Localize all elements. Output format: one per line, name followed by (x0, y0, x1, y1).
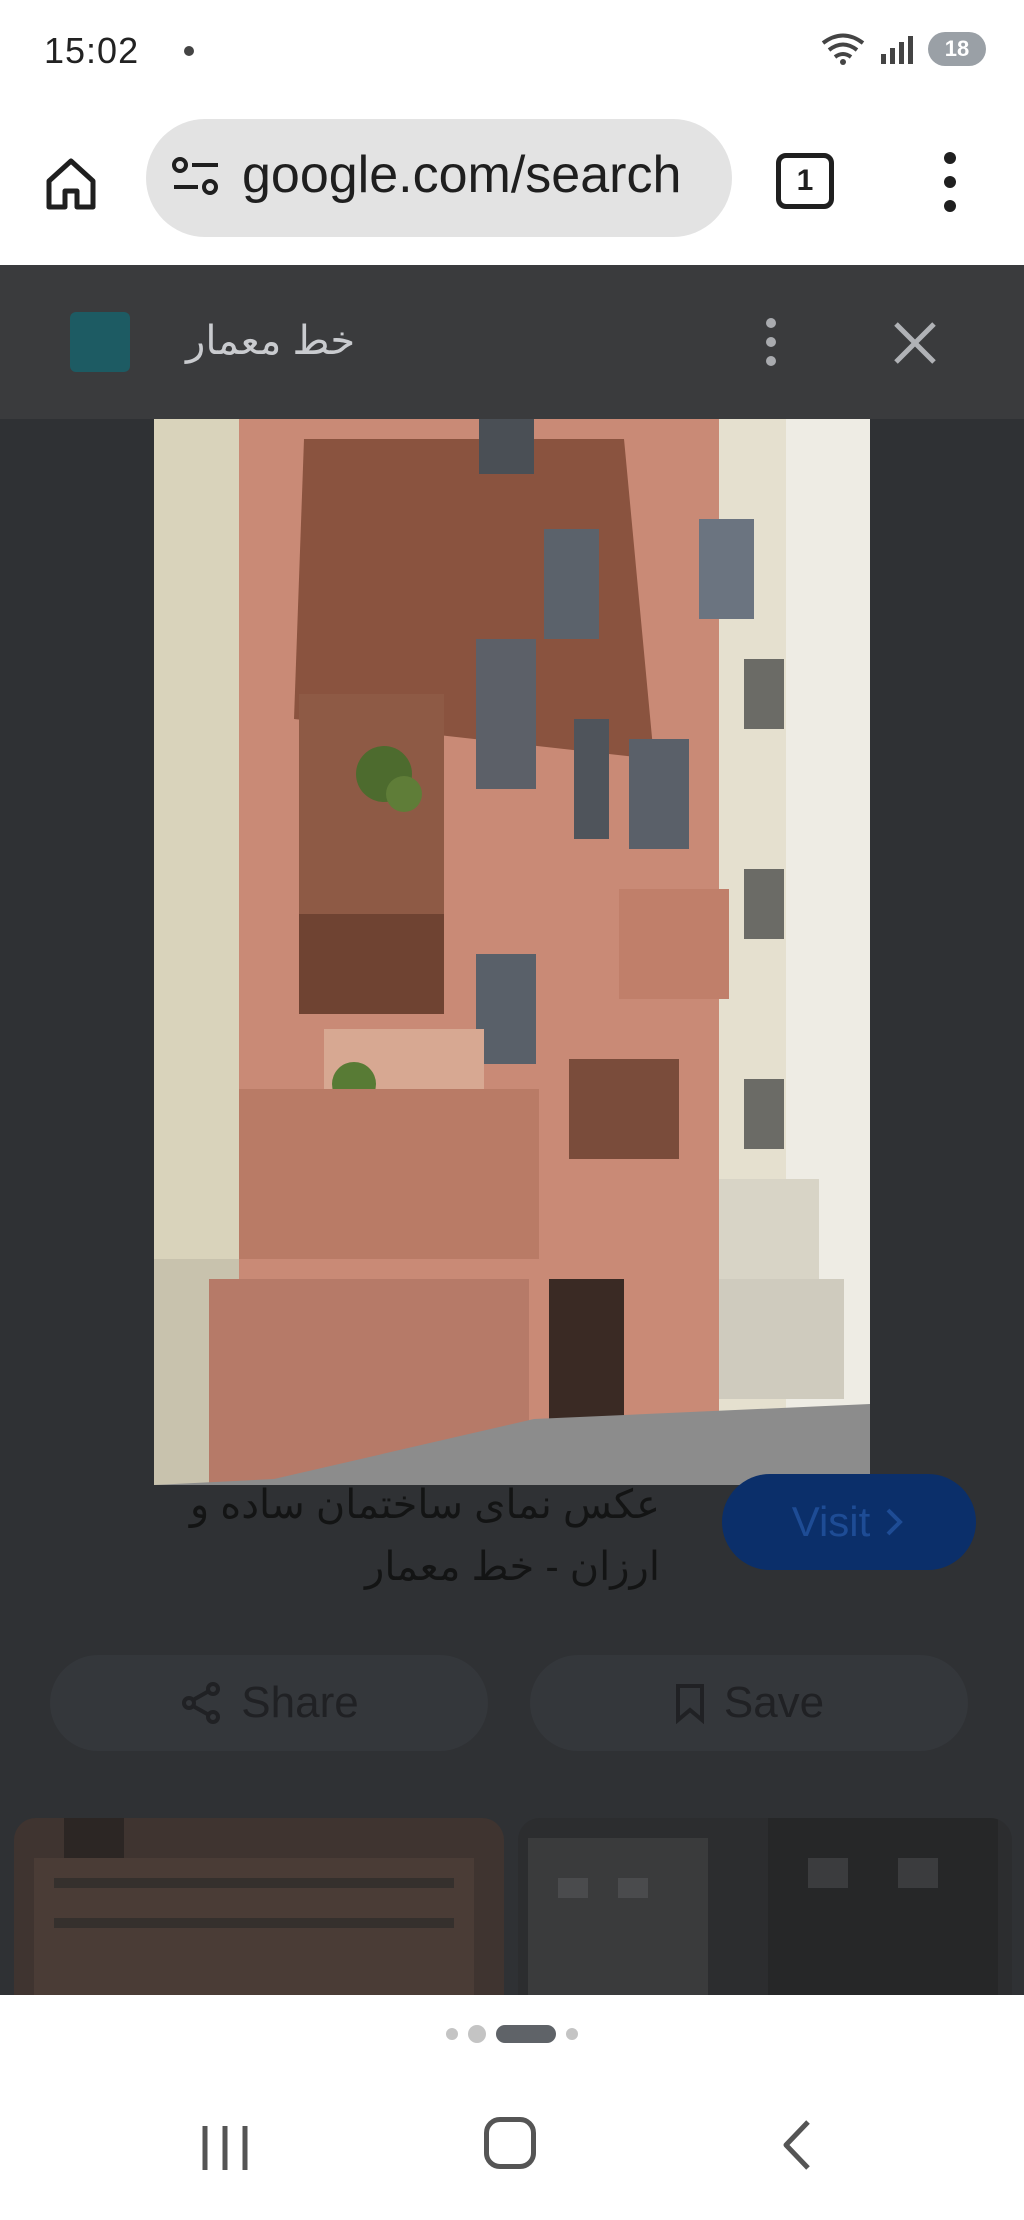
status-time: 15:02 (44, 30, 140, 71)
related-image-thumbnail[interactable] (14, 1818, 504, 1998)
result-title-line-1: عکس نمای ساختمان ساده و (189, 1483, 660, 1527)
related-image-thumbnail[interactable] (518, 1818, 1012, 1998)
more-vert-icon[interactable] (930, 150, 970, 214)
visit-button[interactable]: Visit (722, 1474, 976, 1570)
share-icon (182, 1682, 221, 1724)
status-icons: 18 (820, 32, 986, 66)
pagination-dot-active (496, 2025, 556, 2043)
source-logo (70, 312, 130, 372)
url-text[interactable]: google.com/search (242, 145, 681, 205)
pagination-dot (468, 2025, 486, 2043)
image-viewer-header (0, 265, 1024, 419)
save-label: Save (723, 1678, 825, 1727)
close-icon[interactable] (886, 314, 944, 372)
result-title[interactable]: عکس نمای ساختمان ساده و ارزان - خط معمار (40, 1474, 660, 1598)
more-vert-icon[interactable] (762, 316, 782, 368)
result-title-line-2: ارزان - خط معمار (365, 1545, 660, 1589)
chevron-right-icon (886, 1508, 904, 1536)
pagination-dots (0, 2025, 1024, 2043)
building-photo[interactable] (154, 419, 870, 1485)
save-button[interactable]: Save (530, 1655, 968, 1751)
back-icon[interactable] (780, 2118, 814, 2172)
share-button[interactable]: Share (50, 1655, 488, 1751)
home-icon (46, 158, 96, 210)
visit-label: Visit (791, 1498, 871, 1545)
notification-dot-icon (184, 46, 194, 56)
share-label: Share (241, 1678, 359, 1727)
wifi-icon (821, 33, 865, 65)
pagination-dot (566, 2028, 578, 2040)
tab-switcher-button[interactable]: 1 (776, 153, 834, 209)
nav-home-icon[interactable] (484, 2117, 536, 2169)
tune-icon[interactable] (170, 155, 222, 199)
battery-icon: 18 (928, 32, 986, 66)
url-bar[interactable]: google.com/search (146, 119, 732, 237)
bookmark-icon (675, 1684, 704, 1724)
pagination-dot (446, 2028, 458, 2040)
source-name[interactable]: خط معمار (186, 318, 355, 364)
browser-toolbar: google.com/search 1 (0, 110, 1024, 265)
recents-icon[interactable] (200, 2122, 250, 2174)
home-button[interactable] (36, 148, 106, 218)
signal-icon (881, 36, 913, 64)
